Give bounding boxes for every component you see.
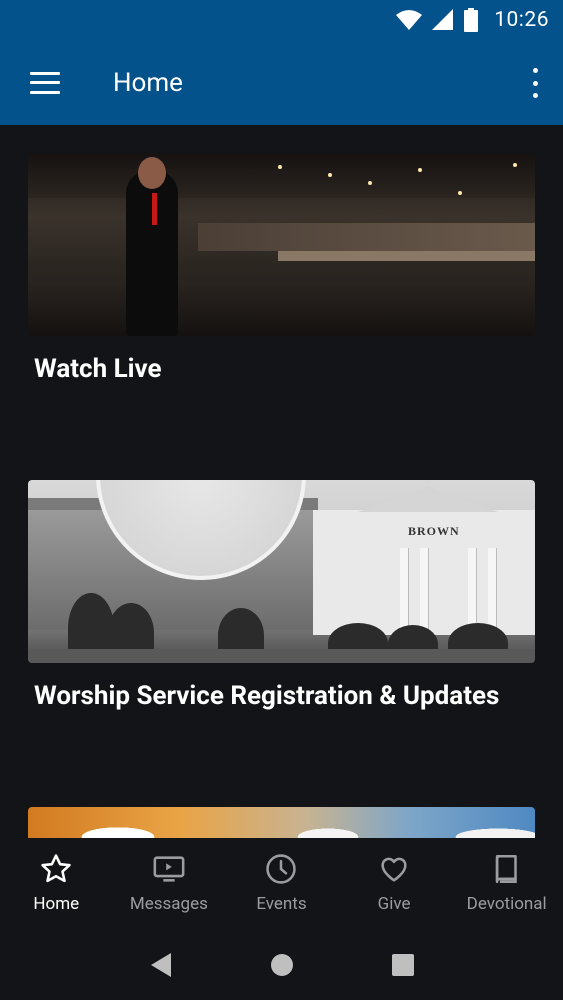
heart-icon <box>381 857 407 882</box>
menu-button[interactable] <box>0 40 90 125</box>
page-title: Home <box>113 67 183 98</box>
home-circle-icon[interactable] <box>270 953 294 977</box>
battery-icon <box>464 8 479 32</box>
card-title: Worship Service Registration & Updates <box>34 681 500 711</box>
status-bar: 10:26 <box>0 0 563 40</box>
bottom-navigation: Home Messages Events Give Devotional <box>0 838 563 929</box>
nav-give[interactable]: Give <box>338 838 451 929</box>
status-time: 10:26 <box>494 8 549 32</box>
system-navigation <box>0 929 563 1000</box>
nav-label: Home <box>33 894 80 914</box>
back-icon[interactable] <box>149 952 173 978</box>
card-worship-registration[interactable]: BROWN Worship Service Registration & Upd… <box>28 480 535 712</box>
nav-label: Events <box>256 894 307 914</box>
star-icon <box>41 854 72 883</box>
app-bar: Home <box>0 40 563 125</box>
card-sky[interactable] <box>28 807 535 838</box>
recents-square-icon[interactable] <box>391 953 415 977</box>
book-icon <box>495 854 517 884</box>
wifi-icon <box>396 10 423 30</box>
card-watch-live[interactable]: Watch Live <box>28 153 535 385</box>
home-feed[interactable]: Watch Live BROWN Worship Service Registr… <box>0 125 563 838</box>
signal-icon <box>432 9 454 30</box>
nav-label: Messages <box>129 894 208 914</box>
clock-icon <box>266 854 297 884</box>
card-title: Watch Live <box>34 354 162 384</box>
auditorium-photo <box>28 153 535 336</box>
building-sign: BROWN <box>408 524 460 538</box>
nav-label: Devotional <box>466 894 547 914</box>
nav-devotional[interactable]: Devotional <box>450 838 563 929</box>
more-vert-icon[interactable] <box>525 68 545 98</box>
nav-home[interactable]: Home <box>0 838 113 929</box>
nav-label: Give <box>377 894 411 914</box>
menu-icon <box>30 71 60 94</box>
nav-events[interactable]: Events <box>225 838 338 929</box>
church-building-photo: BROWN <box>28 480 535 663</box>
nav-messages[interactable]: Messages <box>113 838 226 929</box>
tv-play-icon <box>153 856 185 882</box>
sky-photo <box>28 807 535 838</box>
